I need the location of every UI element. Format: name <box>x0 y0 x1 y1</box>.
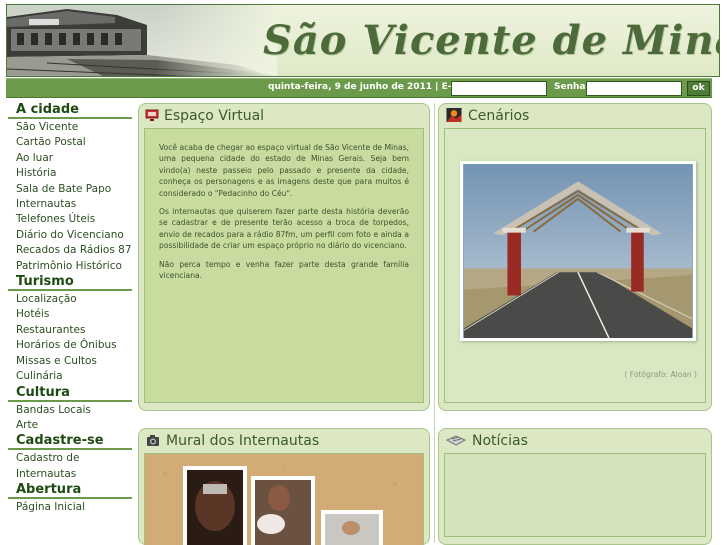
espaco-paragraph: Você acaba de chegar ao espaço virtual d… <box>159 143 409 198</box>
password-field[interactable] <box>586 81 682 96</box>
espaco-title: Espaço Virtual <box>164 108 265 124</box>
sidebar-nav: A cidade São Vicente Cartão Postal Ao lu… <box>8 102 132 545</box>
cenarios-panel: Cenários (Fotógrafo: Aloan) <box>438 103 712 411</box>
monitor-icon <box>145 109 159 121</box>
cenarios-content: ( Fotógrafo: Aloan ) <box>444 128 706 403</box>
sidebar-section-title: Turismo <box>8 274 132 292</box>
sidebar-item-arte[interactable]: Arte <box>8 418 132 433</box>
espaco-paragraph: Não perca tempo e venha fazer parte dest… <box>159 259 409 281</box>
sidebar-item-diario[interactable]: Diário do Vicenciano <box>8 228 132 243</box>
photo-credit: ( Fotógrafo: Aloan ) <box>624 370 697 379</box>
sidebar-item-recados[interactable]: Recados da Rádios 87 <box>8 243 132 258</box>
page: São Vicente de Minas quinta-feira, 9 de … <box>0 0 727 545</box>
login-ok-button[interactable]: ok <box>687 81 710 96</box>
sidebar-item-ao-luar[interactable]: Ao luar <box>8 151 132 166</box>
email-field[interactable] <box>451 81 547 96</box>
panel-title: Espaço Virtual <box>145 108 264 126</box>
site-header: São Vicente de Minas <box>6 4 720 77</box>
sidebar-item-missas[interactable]: Missas e Cultos <box>8 354 132 369</box>
espaco-virtual-panel: Espaço Virtual Você acaba de chegar ao e… <box>138 103 430 411</box>
noticias-title: Notícias <box>472 433 528 449</box>
sidebar-item-localizacao[interactable]: Localização <box>8 292 132 307</box>
sidebar-section-title: Cultura <box>8 385 132 402</box>
panel-title: Mural dos Internautas <box>145 433 319 451</box>
login-bar: quinta-feira, 9 de junho de 2011 | E-Mai… <box>6 78 712 98</box>
landscape-icon <box>446 108 462 122</box>
sidebar-item-culinaria[interactable]: Culinária <box>8 369 132 384</box>
sidebar-item-hoteis[interactable]: Hotéis <box>8 307 132 322</box>
sidebar-item-cartao-postal[interactable]: Cartão Postal <box>8 135 132 150</box>
mural-content <box>144 453 424 545</box>
noticias-panel: Notícias <box>438 428 712 545</box>
sidebar-item-cadastro[interactable]: Cadastro de Internautas <box>8 451 132 482</box>
espaco-paragraph: Os internautas que quiserem fazer parte … <box>159 207 409 251</box>
sidebar-item-sao-vicente[interactable]: São Vicente <box>8 120 132 135</box>
espaco-content: Você acaba de chegar ao espaço virtual d… <box>144 128 424 403</box>
sidebar-item-bate-papo[interactable]: Sala de Bate Papo <box>8 182 132 197</box>
newspaper-icon <box>445 435 467 446</box>
mural-panel: Mural dos Internautas <box>138 428 430 545</box>
sidebar-item-onibus[interactable]: Horários de Ônibus <box>8 338 132 353</box>
sidebar-section-title: Cadastre-se <box>8 433 132 451</box>
date-label: quinta-feira, 9 de junho de 2011 | E-Mai… <box>268 82 477 92</box>
sidebar-item-bandas[interactable]: Bandas Locais <box>8 403 132 418</box>
sidebar-section-title: A cidade <box>8 102 132 119</box>
panel-title: Notícias <box>445 433 528 451</box>
sidebar-section-title: Abertura <box>8 482 132 500</box>
camera-icon <box>147 435 159 446</box>
city-gate-photo[interactable] <box>460 161 696 341</box>
train-station-photo <box>7 5 277 76</box>
noticias-content <box>444 453 706 537</box>
password-label: Senha: <box>554 82 590 92</box>
panel-title: Cenários <box>445 108 529 126</box>
sidebar-item-historia[interactable]: História <box>8 166 132 181</box>
cenarios-title: Cenários <box>468 108 530 124</box>
sidebar-item-restaurantes[interactable]: Restaurantes <box>8 323 132 338</box>
mural-photos[interactable] <box>145 454 424 545</box>
column-divider <box>434 103 435 543</box>
sidebar-item-telefones[interactable]: Telefones Úteis <box>8 212 132 227</box>
sidebar-item-pagina-inicial[interactable]: Página Inicial <box>8 500 132 515</box>
sidebar-item-internautas[interactable]: Internautas <box>8 197 132 212</box>
mural-title: Mural dos Internautas <box>166 433 320 449</box>
site-title: São Vicente de Minas <box>263 17 720 64</box>
sidebar-item-patrimonio[interactable]: Patrimônio Histórico <box>8 259 132 274</box>
